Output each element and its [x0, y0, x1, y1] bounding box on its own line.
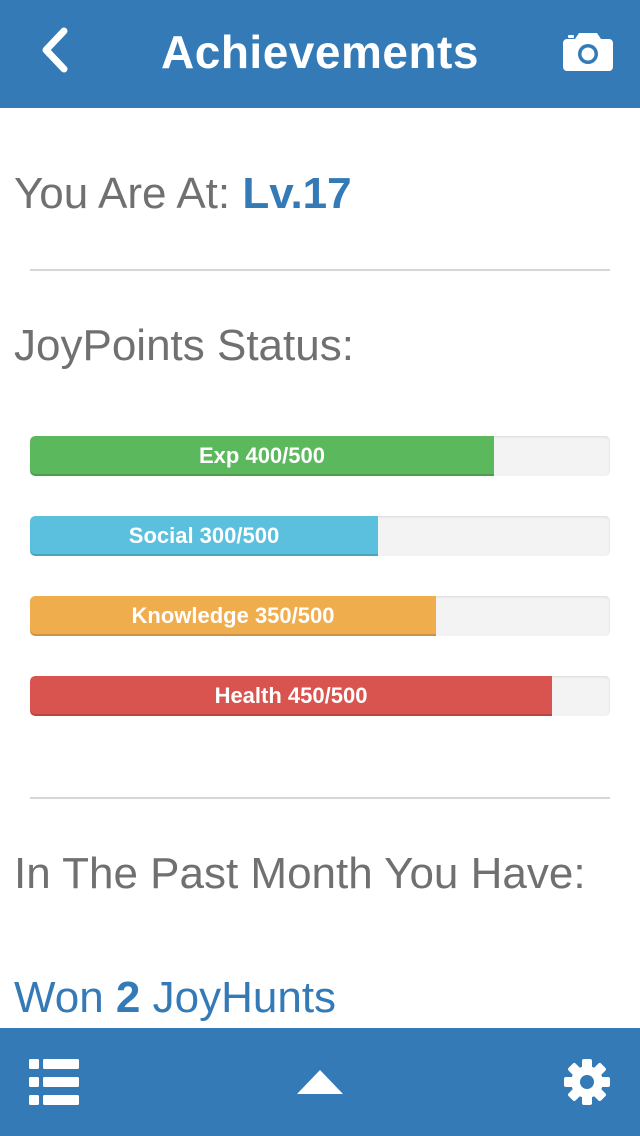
- level-value: Lv.17: [242, 169, 352, 218]
- page-title: Achievements: [161, 26, 479, 78]
- divider: [30, 797, 610, 799]
- divider: [30, 269, 610, 271]
- knowledge-progress-fill: Knowledge 350/500: [30, 596, 436, 636]
- knowledge-progress-bar: Knowledge 350/500: [30, 596, 610, 636]
- expand-up-button[interactable]: [288, 1050, 352, 1114]
- won-joyhunts-row: Won 2 JoyHunts: [14, 970, 336, 1026]
- triangle-up-icon: [297, 1070, 343, 1094]
- header-bar: Achievements: [0, 0, 640, 108]
- health-progress-bar: Health 450/500: [30, 676, 610, 716]
- exp-progress-bar: Exp 400/500: [30, 436, 610, 476]
- achievements-screen: Achievements You Are At: Lv.17 JoyPoints…: [0, 0, 640, 1136]
- gear-icon: [564, 1059, 610, 1105]
- bottom-tab-bar: [0, 1028, 640, 1136]
- level-row: You Are At: Lv.17: [14, 166, 352, 222]
- knowledge-progress-label: Knowledge 350/500: [131, 603, 335, 628]
- won-count: 2: [115, 973, 141, 1022]
- health-progress-fill: Health 450/500: [30, 676, 552, 716]
- joypoints-heading: JoyPoints Status:: [14, 321, 354, 370]
- social-progress-label: Social 300/500: [128, 523, 280, 548]
- camera-button[interactable]: [556, 20, 620, 80]
- list-button[interactable]: [22, 1050, 86, 1114]
- won-suffix: JoyHunts: [152, 973, 337, 1022]
- camera-icon: [563, 33, 613, 71]
- list-icon: [29, 1059, 79, 1105]
- level-label: You Are At:: [14, 169, 231, 218]
- past-month-heading: In The Past Month You Have:: [14, 849, 586, 898]
- health-progress-label: Health 450/500: [214, 683, 368, 708]
- settings-button[interactable]: [555, 1050, 619, 1114]
- won-prefix: Won: [14, 973, 104, 1022]
- social-progress-fill: Social 300/500: [30, 516, 378, 556]
- exp-progress-label: Exp 400/500: [199, 443, 325, 468]
- social-progress-bar: Social 300/500: [30, 516, 610, 556]
- exp-progress-fill: Exp 400/500: [30, 436, 494, 476]
